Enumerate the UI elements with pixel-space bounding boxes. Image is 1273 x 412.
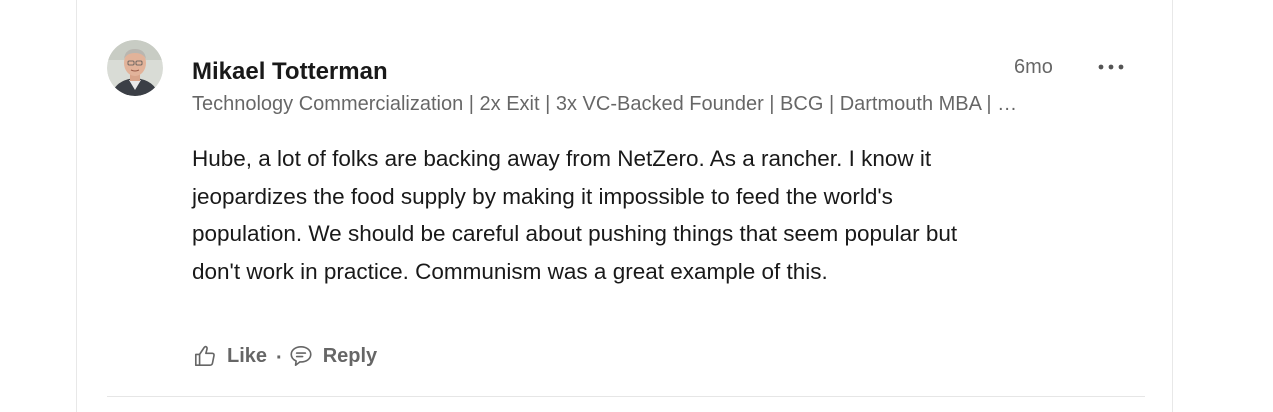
like-label: Like [227,344,268,367]
avatar-photo-icon [107,40,163,96]
comment-line: Hube, a lot of folks are backing away fr… [192,146,932,171]
comment-line: don't work in practice. Communism was a … [192,258,828,284]
speech-bubble-icon [290,345,312,367]
action-separator: · [276,347,283,369]
comment-actions: Like · Reply [192,338,377,374]
comment-line: population. We should be careful about p… [192,221,958,246]
like-button[interactable]: Like [192,343,267,369]
ellipsis-icon [1098,64,1124,70]
author-avatar[interactable] [107,40,163,96]
author-name[interactable]: Mikael Totterman [192,58,388,86]
comment-line: jeopardizes the food supply by making it… [192,183,893,209]
comment-card: Mikael Totterman Technology Commercializ… [76,0,1173,412]
reply-button[interactable]: Reply [288,343,377,369]
comment-timestamp: 6mo [1014,56,1053,78]
comment-text: Hube, a lot of folks are backing away fr… [192,140,1122,290]
author-headline: Technology Commercialization | 2x Exit |… [192,93,1018,115]
reply-label: Reply [322,344,378,367]
more-options-button[interactable] [1095,52,1127,82]
thumbs-up-icon [194,345,215,367]
comment-divider [107,396,1145,397]
